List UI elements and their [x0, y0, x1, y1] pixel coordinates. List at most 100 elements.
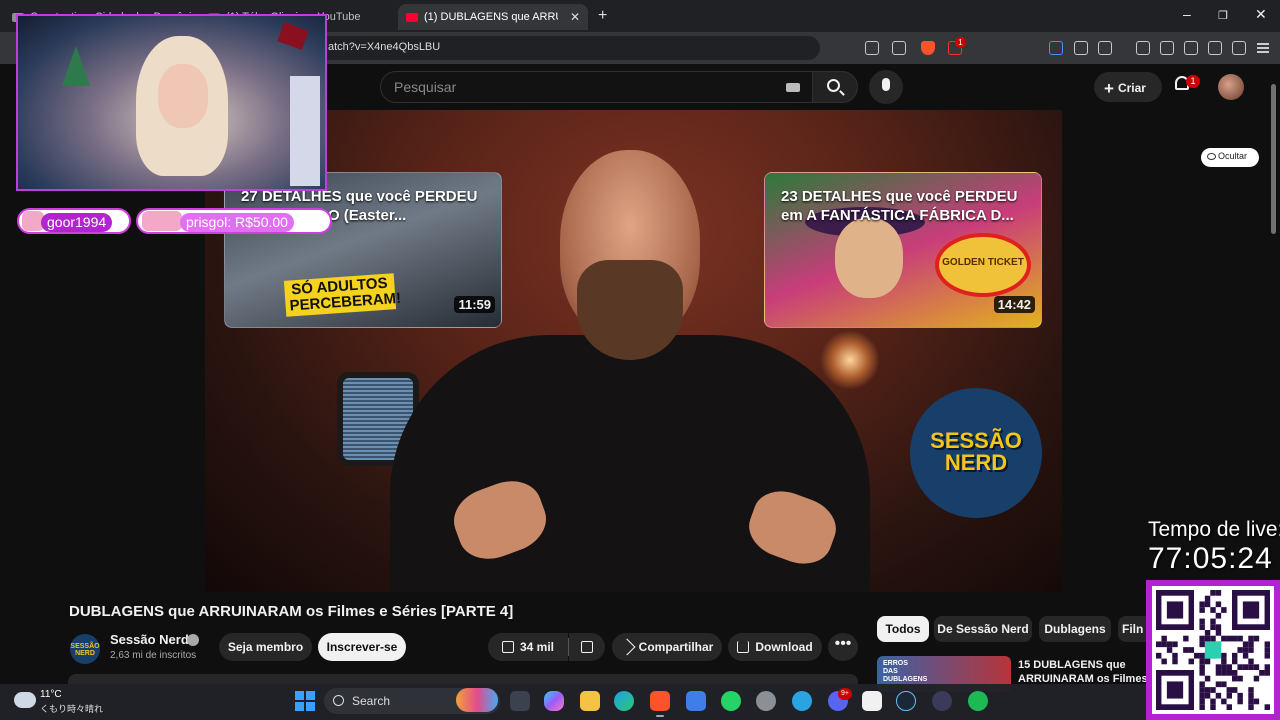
brave-icon[interactable] — [650, 691, 670, 717]
vpn-icon[interactable] — [1232, 41, 1246, 55]
chip-filmes[interactable]: Filn — [1118, 616, 1146, 642]
speedreader-icon[interactable] — [1049, 41, 1063, 55]
channel-watermark-logo[interactable]: SESSÃO NERD — [910, 388, 1042, 518]
chip-all[interactable]: Todos — [877, 616, 929, 642]
chat-text: goor1994 — [41, 213, 113, 232]
live-timer-label: Tempo de live: — [1148, 518, 1280, 541]
weather-condition[interactable]: くもり時々晴れ — [40, 702, 103, 715]
close-tab-icon[interactable]: ✕ — [570, 10, 580, 24]
screenshot-icon[interactable] — [1098, 41, 1112, 55]
chrome-dev-icon[interactable] — [756, 691, 776, 711]
live-timer: 77:05:24 — [1148, 542, 1273, 575]
end-card-title: 23 DETALHES que você PERDEU em A FANTÁST… — [781, 188, 1018, 224]
download-icon — [737, 641, 750, 653]
wallet-icon[interactable] — [1184, 41, 1198, 55]
end-card-video-1[interactable]: 27 DETALHES que você PERDEU ... ES DE AÇ… — [224, 172, 502, 328]
plus-icon: + — [1104, 79, 1114, 98]
qr-code — [1146, 580, 1280, 720]
share-icon[interactable] — [892, 41, 906, 55]
chip-from-channel[interactable]: De Sessão Nerd — [934, 616, 1032, 642]
weather-temperature[interactable]: 11°C — [40, 689, 62, 700]
eye-off-icon — [1207, 153, 1216, 160]
like-button[interactable]: 34 mil — [488, 633, 568, 661]
channel-avatar[interactable]: SESSÃO NERD — [70, 634, 100, 664]
screen: Constantino: Cidade dos Demônios (1) Tób… — [0, 0, 1280, 720]
door-decoration — [290, 76, 320, 186]
bow-decoration — [277, 22, 309, 50]
copilot-icon[interactable] — [544, 691, 564, 711]
end-card-video-2[interactable]: GOLDEN TICKET 23 DETALHES que você PERDE… — [764, 172, 1042, 328]
obs-icon[interactable] — [932, 691, 952, 711]
subscribe-button[interactable]: Inscrever-se — [318, 633, 406, 661]
end-card-duration: 14:42 — [993, 296, 1035, 313]
edge-icon[interactable] — [614, 691, 634, 711]
notion-icon[interactable] — [862, 691, 882, 711]
channel-name[interactable]: Sessão Nerd — [110, 632, 189, 647]
related-thumb-text: ERROS DAS DUBLAGENS — [883, 660, 928, 683]
keyboard-icon[interactable] — [786, 83, 800, 92]
page-scrollbar[interactable] — [1269, 64, 1277, 584]
close-window-button[interactable]: ✕ — [1255, 6, 1267, 23]
lamp-decoration — [820, 330, 880, 390]
spotify-icon[interactable] — [968, 691, 988, 711]
scrollbar-thumb[interactable] — [1271, 84, 1276, 234]
subscriber-count: 2,63 mi de inscritos — [110, 650, 197, 661]
join-button[interactable]: Seja membro — [219, 633, 312, 661]
christmas-tree-decoration — [62, 46, 90, 86]
windows-start-icon[interactable] — [295, 691, 315, 711]
maximize-button[interactable]: ❐ — [1218, 9, 1228, 22]
chat-message: goor1994 — [17, 208, 131, 234]
chat-text: prisgol: R$50.00 — [180, 213, 294, 232]
telegram-icon[interactable] — [792, 691, 812, 711]
chat-donation: prisgol: R$50.00 — [136, 208, 332, 234]
end-card-duration: 11:59 — [454, 296, 495, 313]
menu-icon[interactable] — [1257, 41, 1271, 55]
discord-badge: 9+ — [838, 688, 852, 700]
extensions-icon[interactable] — [1074, 41, 1088, 55]
hide-button[interactable]: Ocultar — [1201, 148, 1259, 167]
presenter-beard — [577, 260, 683, 360]
new-tab-button[interactable]: + — [598, 7, 607, 25]
end-card-overlay-text: SÓ ADULTOS PERCEBERAM! — [283, 273, 402, 317]
dislike-button[interactable] — [569, 633, 605, 661]
media-icon[interactable] — [1136, 41, 1150, 55]
address-bar[interactable]: atch?v=X4ne4QbsLBU — [300, 36, 820, 60]
file-explorer-icon[interactable] — [580, 691, 600, 711]
like-count: 34 mil — [519, 640, 555, 654]
youtube-icon — [406, 12, 418, 22]
create-button[interactable]: + Criar — [1094, 72, 1162, 102]
share-button[interactable]: Compartilhar — [612, 633, 722, 661]
cast-icon[interactable] — [865, 41, 879, 55]
chip-dublagens[interactable]: Dublagens — [1039, 616, 1111, 642]
gift-icon — [142, 211, 182, 231]
account-avatar[interactable] — [1218, 74, 1244, 100]
cloud-sun-icon[interactable] — [14, 692, 36, 708]
voice-search-button[interactable] — [869, 70, 903, 104]
download-button[interactable]: Download — [728, 633, 822, 661]
taskbar-search-label: Search — [352, 694, 391, 708]
more-actions-button[interactable]: ••• — [828, 633, 858, 661]
rewards-badge: 1 — [955, 37, 966, 48]
search-button[interactable] — [812, 71, 858, 103]
related-video-title[interactable]: 15 DUBLAGENS que ARRUINARAM os Filmes e — [1018, 658, 1146, 686]
search-icon — [333, 695, 344, 706]
golden-ticket-badge: GOLDEN TICKET — [935, 233, 1031, 297]
streamer-face — [158, 64, 208, 128]
leo-ai-icon[interactable] — [1208, 41, 1222, 55]
sidebar-icon[interactable] — [1160, 41, 1174, 55]
related-title-line: 15 DUBLAGENS que — [1018, 659, 1126, 671]
whatsapp-icon[interactable] — [721, 691, 741, 711]
tab-current-video[interactable]: (1) DUBLAGENS que ARRUINARAM ✕ — [398, 4, 588, 30]
notifications-badge: 1 — [1186, 75, 1200, 88]
search-highlight-icon[interactable] — [456, 688, 498, 712]
brave-shields-icon[interactable] — [921, 41, 935, 55]
steam-icon[interactable] — [896, 691, 916, 711]
task-view-icon[interactable] — [510, 691, 530, 711]
search-input[interactable]: Pesquisar — [380, 71, 813, 103]
thumbs-down-icon — [581, 641, 593, 653]
microsoft-store-icon[interactable] — [686, 691, 706, 711]
share-label: Compartilhar — [638, 640, 714, 654]
verified-icon — [187, 634, 199, 646]
minimize-button[interactable]: – — [1183, 6, 1191, 22]
video-title: DUBLAGENS que ARRUINARAM os Filmes e Sér… — [69, 603, 514, 620]
